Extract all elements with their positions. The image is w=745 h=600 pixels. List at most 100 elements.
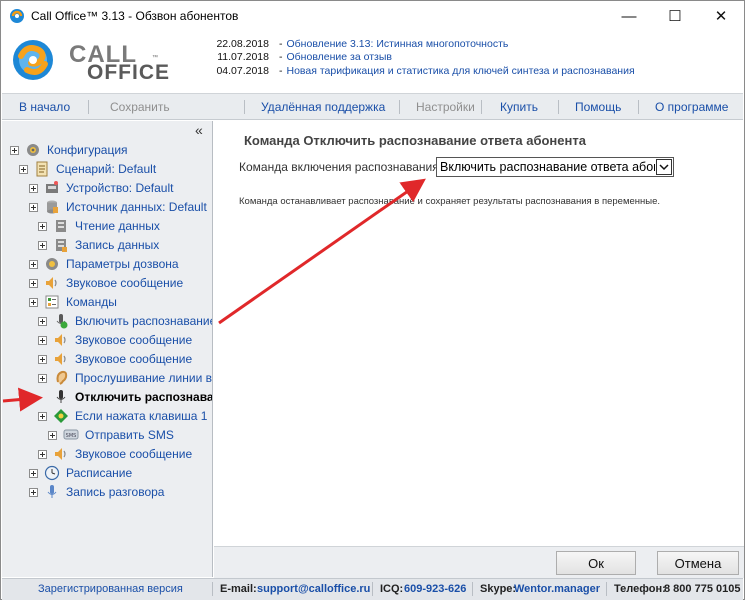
tree-item-sound-message[interactable]: Звуковое сообщение [38,331,192,349]
status-divider [372,582,373,596]
tree-item-configuration[interactable]: Конфигурация [10,141,128,159]
close-button[interactable]: ✕ [698,1,744,31]
tree-item-commands[interactable]: Команды [29,293,117,311]
collapse-panel-icon[interactable]: « [195,122,203,138]
header: CALL OFFICE ™ 22.08.2018 - Обновление 3.… [1,31,744,89]
expand-icon[interactable] [29,278,38,288]
ok-button[interactable]: Ок [556,551,636,575]
tree-item-scenario[interactable]: Сценарий: Default [19,160,156,178]
tree-item-enable-recognition[interactable]: Включить распознавание [38,312,213,330]
news-item: 22.08.2018 - Обновление 3.13: Истинная м… [213,37,635,51]
tree-item-label: Запись разговора [66,485,165,499]
expand-icon[interactable] [38,354,47,364]
expand-icon[interactable] [38,335,47,345]
tree-item-label: Звуковое сообщение [75,333,193,347]
expand-icon[interactable] [29,202,38,212]
speaker-icon [55,334,66,346]
tree-item-read-data[interactable]: Чтение данных [38,217,160,235]
minimize-button[interactable]: — [606,1,652,31]
nav-divider [558,100,559,114]
tree-item-listen-line[interactable]: Прослушивание линии в [38,369,212,387]
email-link[interactable]: support@calloffice.ru [257,583,370,595]
tree-item-label: Звуковое сообщение [75,447,193,461]
speaker-icon [55,448,66,460]
expand-icon[interactable] [38,240,47,250]
news-link[interactable]: Обновление 3.13: Истинная многопоточност… [287,38,509,50]
chevron-down-icon[interactable] [656,159,672,175]
tree-item-label: Прослушивание линии в [75,371,213,385]
recognition-off-icon [56,390,66,403]
config-tree-panel: « Конфигурация Сценарий: Default Устройс… [2,121,213,577]
sms-icon: SMS [63,429,79,440]
tree-item-label: Отключить распознава [75,390,213,404]
read-data-icon [56,220,66,232]
tree-item-schedule[interactable]: Расписание [29,464,132,482]
expand-icon[interactable] [19,164,28,174]
tree-item-device[interactable]: Устройство: Default [29,179,173,197]
nav-buy[interactable]: Купить [500,100,538,114]
expand-icon[interactable] [10,145,19,155]
title-bar: Call Office™ 3.13 - Обзвон абонентов — ☐… [1,1,744,31]
gear-icon [27,144,39,156]
nav-home[interactable]: В начало [19,100,70,114]
tree-item-sound-message[interactable]: Звуковое сообщение [29,274,183,292]
expand-icon[interactable] [38,373,47,383]
speaker-icon [46,277,57,289]
expand-icon[interactable] [48,430,57,440]
news-link[interactable]: Обновление за отзыв [287,51,392,63]
tree-item-label: Отправить SMS [85,428,174,442]
tree-item-key-condition[interactable]: Если нажата клавиша 1 [38,407,207,425]
news-item: 11.07.2018 - Обновление за отзыв [213,51,635,65]
logo: CALL OFFICE ™ [7,35,169,85]
page-title: Команда Отключить распознавание ответа а… [244,133,586,148]
tree-item-label: Параметры дозвона [66,257,179,271]
news-item: 04.07.2018 - Новая тарификация и статист… [213,64,635,78]
recognition-on-icon [56,314,68,329]
tree-item-label: Запись данных [75,238,160,252]
tree-item-sound-message[interactable]: Звуковое сообщение [38,350,192,368]
email-label: E-mail: [220,583,257,595]
tree-item-disable-recognition[interactable]: Отключить распознава [38,388,213,406]
news-list: 22.08.2018 - Обновление 3.13: Истинная м… [213,37,635,78]
recognition-command-select[interactable]: Включить распознавание ответа абонента [436,157,674,177]
maximize-button[interactable]: ☐ [652,1,698,31]
nav-divider [481,100,482,114]
cancel-button[interactable]: Отмена [657,551,739,575]
expand-icon[interactable] [29,297,38,307]
nav-remote-support[interactable]: Удалённая поддержка [261,100,385,114]
expand-icon[interactable] [38,411,47,421]
skype-link[interactable]: Wentor.manager [514,583,600,595]
nav-settings[interactable]: Настройки [416,100,475,114]
tree-item-label: Чтение данных [75,219,160,233]
expand-icon[interactable] [29,183,38,193]
tree-item-label: Конфигурация [47,143,128,157]
status-bar: Зарегистрированная версия E-mail: suppor… [2,578,743,600]
expand-icon[interactable] [29,259,38,269]
expand-icon[interactable] [29,487,38,497]
registered-version-link[interactable]: Зарегистрированная версия [38,583,183,595]
tree-item-datasource[interactable]: Источник данных: Default [29,198,207,216]
news-dash: - [279,64,283,77]
database-icon [47,200,58,214]
tree-item-label: Включить распознавание [75,314,213,328]
nav-help[interactable]: Помощь [575,100,621,114]
tree-item-dial-settings[interactable]: Параметры дозвона [29,255,179,273]
expand-icon[interactable] [38,221,47,231]
nav-save[interactable]: Сохранить [110,100,170,114]
tree-item-send-sms[interactable]: SMS Отправить SMS [48,426,174,444]
tree-item-call-recording[interactable]: Запись разговора [29,483,164,501]
tree-item-label: Если нажата клавиша 1 [75,409,208,423]
nav-about[interactable]: О программе [655,100,728,114]
tree-item-write-data[interactable]: Запись данных [38,236,159,254]
tree-item-sound-message[interactable]: Звуковое сообщение [38,445,192,463]
write-data-icon [56,239,67,252]
expand-icon[interactable] [38,316,47,326]
key-condition-icon [54,409,68,423]
expand-icon[interactable] [38,449,47,459]
news-link[interactable]: Новая тарификация и статистика для ключе… [287,65,635,77]
ear-icon [56,370,68,385]
nav-divider [399,100,400,114]
microphone-icon [47,485,57,498]
expand-icon[interactable] [29,468,38,478]
logo-trademark: ™ [152,55,158,61]
